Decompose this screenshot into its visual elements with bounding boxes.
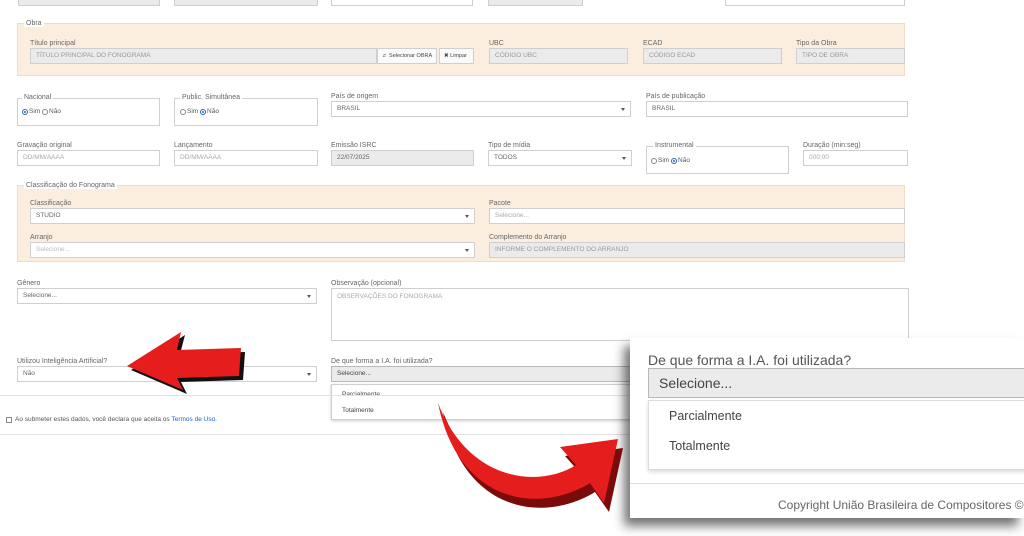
ia-forma-label: De que forma a I.A. foi utilizada? — [331, 358, 433, 365]
pais-origem-label: País de origem — [331, 93, 379, 100]
nacional-label: Nacional — [22, 94, 54, 101]
pais-publicacao-select[interactable]: BRASIL — [646, 101, 908, 117]
zoom-title: De que forma a I.A. foi utilizada? — [648, 352, 852, 368]
titulo-field[interactable]: TÍTULO PRINCIPAL DO FONOGRAMA — [30, 48, 377, 64]
complemento-input[interactable]: INFORME O COMPLEMENTO DO ARRANJO — [489, 242, 905, 258]
terms-text: Ao submeter estes dados, você declara qu… — [15, 416, 172, 423]
arranjo-label: Arranjo — [30, 234, 53, 241]
instrumental-sim-radio[interactable] — [651, 157, 657, 164]
public-nao-radio[interactable] — [200, 108, 207, 115]
emissao-field[interactable]: 22/07/2025 — [331, 150, 474, 166]
public-label: Public. Simultânea — [180, 94, 242, 101]
nacional-sim-label: Sim — [29, 108, 41, 115]
public-nao-label: Não — [207, 108, 219, 115]
observacao-textarea[interactable]: OBSERVAÇÕES DO FONOGRAMA — [331, 288, 909, 341]
tipo-obra-field[interactable]: TIPO DE OBRA — [796, 48, 905, 64]
lancamento-label: Lançamento — [174, 142, 213, 149]
pacote-label: Pacote — [489, 200, 511, 207]
instrumental-sim-label: Sim — [658, 157, 670, 164]
classificacao-section-label: Classificação do Fonograma — [24, 182, 117, 189]
tipo-obra-label: Tipo da Obra — [796, 40, 837, 47]
emissao-label: Emissão ISRC — [331, 142, 377, 149]
ubc-label: UBC — [489, 40, 504, 47]
ubc-field[interactable]: CÓDIGO UBC — [489, 48, 628, 64]
instrumental-nao-radio[interactable] — [671, 157, 678, 164]
zoom-inset: De que forma a I.A. foi utilizada? Selec… — [630, 338, 1024, 518]
instrumental-radios: Sim Não — [651, 157, 690, 164]
zoom-divider — [630, 483, 1024, 484]
public-sim-label: Sim — [187, 108, 199, 115]
zoom-option-totalmente[interactable]: Totalmente — [649, 431, 1024, 461]
lancamento-input[interactable]: DD/MM/AAAA — [174, 150, 318, 166]
pacote-select[interactable]: Selecione... — [489, 208, 905, 224]
genero-select[interactable]: Selecione... — [17, 288, 317, 304]
duracao-label: Duração (min:seg) — [803, 142, 861, 149]
terms-link[interactable]: Termos de Uso. — [171, 416, 217, 423]
limpar-button[interactable]: ✖ Limpar — [439, 48, 474, 64]
red-arrow-left — [127, 332, 245, 394]
classificacao-label: Classificação — [30, 200, 72, 207]
nacional-nao-label: Não — [49, 108, 61, 115]
selecionar-obra-button[interactable]: ♬ Selecionar OBRA — [377, 48, 437, 64]
zoom-select[interactable]: Selecione... — [648, 368, 1024, 398]
ecad-label: ECAD — [643, 40, 663, 47]
instrumental-nao-label: Não — [678, 157, 690, 164]
zoom-footer: Copyright União Brasileira de Compositor… — [778, 498, 1024, 512]
ia-label: Utilizou Inteligência Artificial? — [17, 358, 108, 365]
zoom-option-parcialmente[interactable]: Parcialmente — [649, 401, 1024, 431]
zoom-dropdown: Parcialmente Totalmente — [648, 400, 1024, 470]
pais-publicacao-label: País de publicação — [646, 93, 706, 100]
obra-section-label: Obra — [24, 20, 44, 27]
terms-checkbox[interactable] — [6, 416, 12, 423]
complemento-label: Complemento do Arranjo — [489, 234, 567, 241]
classificacao-select[interactable]: STUDIO — [30, 208, 475, 224]
tipo-midia-label: Tipo de mídia — [488, 142, 531, 149]
top-field-3[interactable] — [331, 0, 473, 6]
tipo-midia-select[interactable]: TODOS — [488, 150, 632, 166]
top-field-2[interactable] — [174, 0, 318, 6]
pais-origem-select[interactable]: BRASIL — [331, 101, 631, 117]
nacional-radios: Sim Não — [22, 108, 61, 115]
observacao-label: Observação (opcional) — [331, 280, 402, 287]
public-sim-radio[interactable] — [180, 108, 186, 115]
ecad-field[interactable]: CÓDIGO ECAD — [643, 48, 782, 64]
public-radios: Sim Não — [180, 108, 219, 115]
top-field-4[interactable] — [488, 0, 583, 6]
terms-row: Ao submeter estes dados, você declara qu… — [6, 416, 217, 423]
gravacao-input[interactable]: DD/MM/AAAA — [17, 150, 160, 166]
instrumental-label: Instrumental — [653, 142, 696, 149]
duracao-input[interactable]: 000:00 — [803, 150, 908, 166]
ia-forma-select[interactable]: Selecione... — [331, 366, 631, 382]
top-field-1[interactable] — [18, 0, 160, 6]
nacional-sim-radio[interactable] — [22, 108, 28, 115]
top-field-5[interactable] — [725, 0, 905, 6]
arranjo-select[interactable]: Selecione... — [30, 242, 475, 258]
red-arrow-curved — [438, 403, 623, 512]
nacional-nao-radio[interactable] — [42, 108, 49, 115]
genero-label: Gênero — [17, 280, 41, 287]
gravacao-label: Gravação original — [17, 142, 72, 149]
titulo-label: Título principal — [30, 40, 76, 47]
